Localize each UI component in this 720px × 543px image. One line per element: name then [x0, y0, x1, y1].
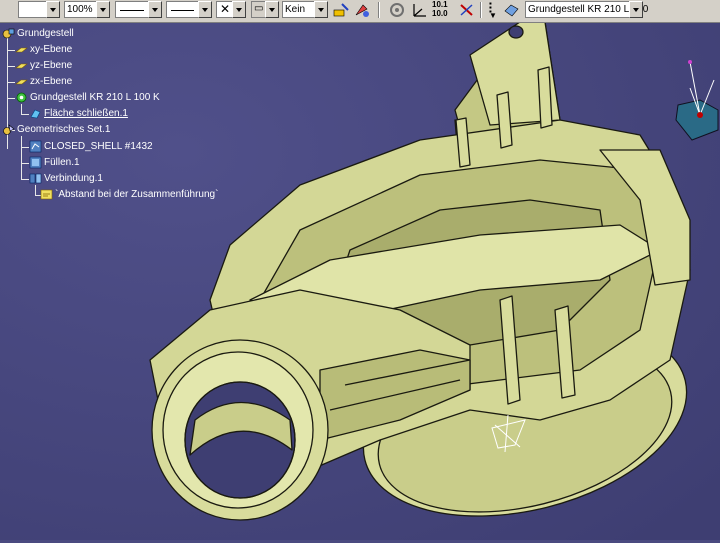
layer-combo[interactable]: Kein: [282, 1, 328, 18]
tree-label: Verbindung.1: [44, 173, 103, 184]
layer-value: Kein: [285, 4, 306, 15]
tree-label: yz-Ebene: [30, 60, 73, 71]
shell-icon: [29, 140, 42, 153]
tree-label: CLOSED_SHELL #1432: [44, 141, 153, 152]
body-gear-icon: [16, 92, 27, 103]
chevron-down-icon[interactable]: [629, 1, 643, 18]
chevron-down-icon[interactable]: [265, 1, 279, 18]
close-surface-icon: [30, 109, 41, 119]
toolbar-overflow[interactable]: ▪ ▪ ▪ ▼: [489, 0, 497, 20]
fill-icon: [29, 156, 42, 169]
geometric-set-icon: [3, 124, 15, 135]
transparency-combo[interactable]: 100%: [64, 1, 110, 18]
plane-icon: [15, 79, 28, 85]
coordinate-readout[interactable]: 10.1 10.0: [432, 0, 454, 18]
layer-icon: ▭: [254, 3, 264, 14]
plane-icon: [15, 63, 28, 69]
coord-bottom: 10.0: [432, 9, 448, 18]
tree-label: Grundgestell KR 210 L 100 K: [30, 92, 160, 103]
coord-top: 10.1: [432, 0, 448, 9]
graphic-properties-icon[interactable]: [353, 1, 371, 19]
tree-label: Fläche schließen.1: [44, 108, 128, 119]
point-combo[interactable]: ✕: [216, 1, 246, 18]
plane-icon: [15, 47, 28, 53]
part-selector-combo[interactable]: Grundgestell KR 210 L 100: [525, 1, 648, 18]
chevron-down-icon[interactable]: [314, 1, 328, 18]
linetype-combo[interactable]: [115, 1, 162, 18]
chevron-down-icon[interactable]: [46, 1, 60, 18]
render-style-combo[interactable]: ▭: [251, 1, 279, 18]
measure-icon[interactable]: [458, 1, 476, 19]
chevron-down-icon[interactable]: [198, 1, 212, 18]
tree-label: xy-Ebene: [30, 44, 73, 55]
chevron-down-icon[interactable]: [148, 1, 162, 18]
tree-label: zx-Ebene: [30, 76, 73, 87]
chevron-down-icon[interactable]: [232, 1, 246, 18]
distance-parameter-icon: [40, 189, 53, 200]
chevron-down-icon[interactable]: [96, 1, 110, 18]
cross-icon: ✕: [220, 2, 231, 16]
join-icon: [29, 173, 42, 184]
format-painter-icon[interactable]: [332, 1, 350, 19]
toolbar: 100% ✕ ▭ Kein 10.1 10.0 ▪ ▪ ▪ ▼ Grundges…: [0, 0, 720, 23]
part-body-icon[interactable]: [502, 1, 520, 19]
axis-system-icon[interactable]: [410, 1, 428, 19]
specification-tree: Grundgestell xy-Ebene yz-Ebene zx-Ebene …: [0, 24, 260, 214]
tree-label: Grundgestell: [17, 28, 74, 39]
lineweight-combo[interactable]: [166, 1, 212, 18]
tree-label: Füllen.1: [44, 157, 80, 168]
part-icon: [2, 28, 15, 39]
chevron-down-icon: ▪ ▪ ▪ ▼: [489, 0, 497, 20]
zoom-value: 100%: [67, 4, 93, 15]
rotate-icon[interactable]: [388, 1, 406, 19]
tree-label: Geometrisches Set.1: [17, 124, 111, 135]
tree-label: `Abstand bei der Zusammenführung`: [55, 189, 219, 200]
color-combo[interactable]: [18, 1, 60, 18]
